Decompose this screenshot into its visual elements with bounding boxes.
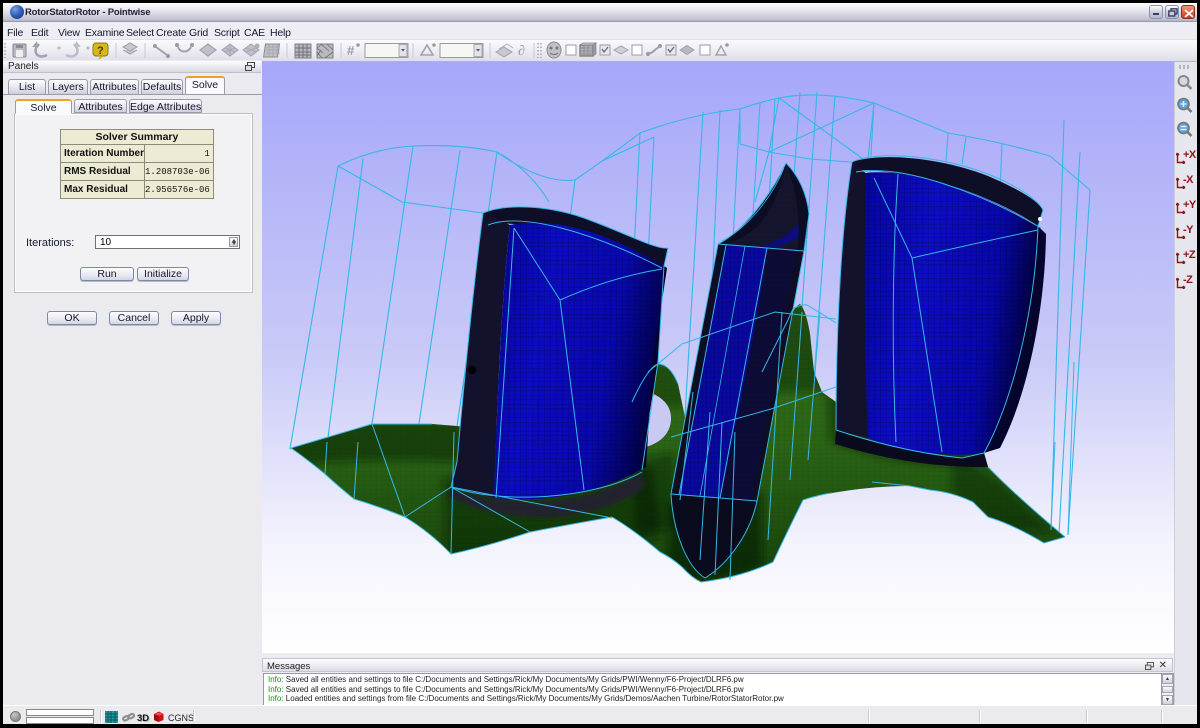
svg-text:?: ?: [97, 45, 104, 57]
svg-text:#: #: [347, 43, 355, 58]
svg-text:∂: ∂: [518, 44, 525, 59]
